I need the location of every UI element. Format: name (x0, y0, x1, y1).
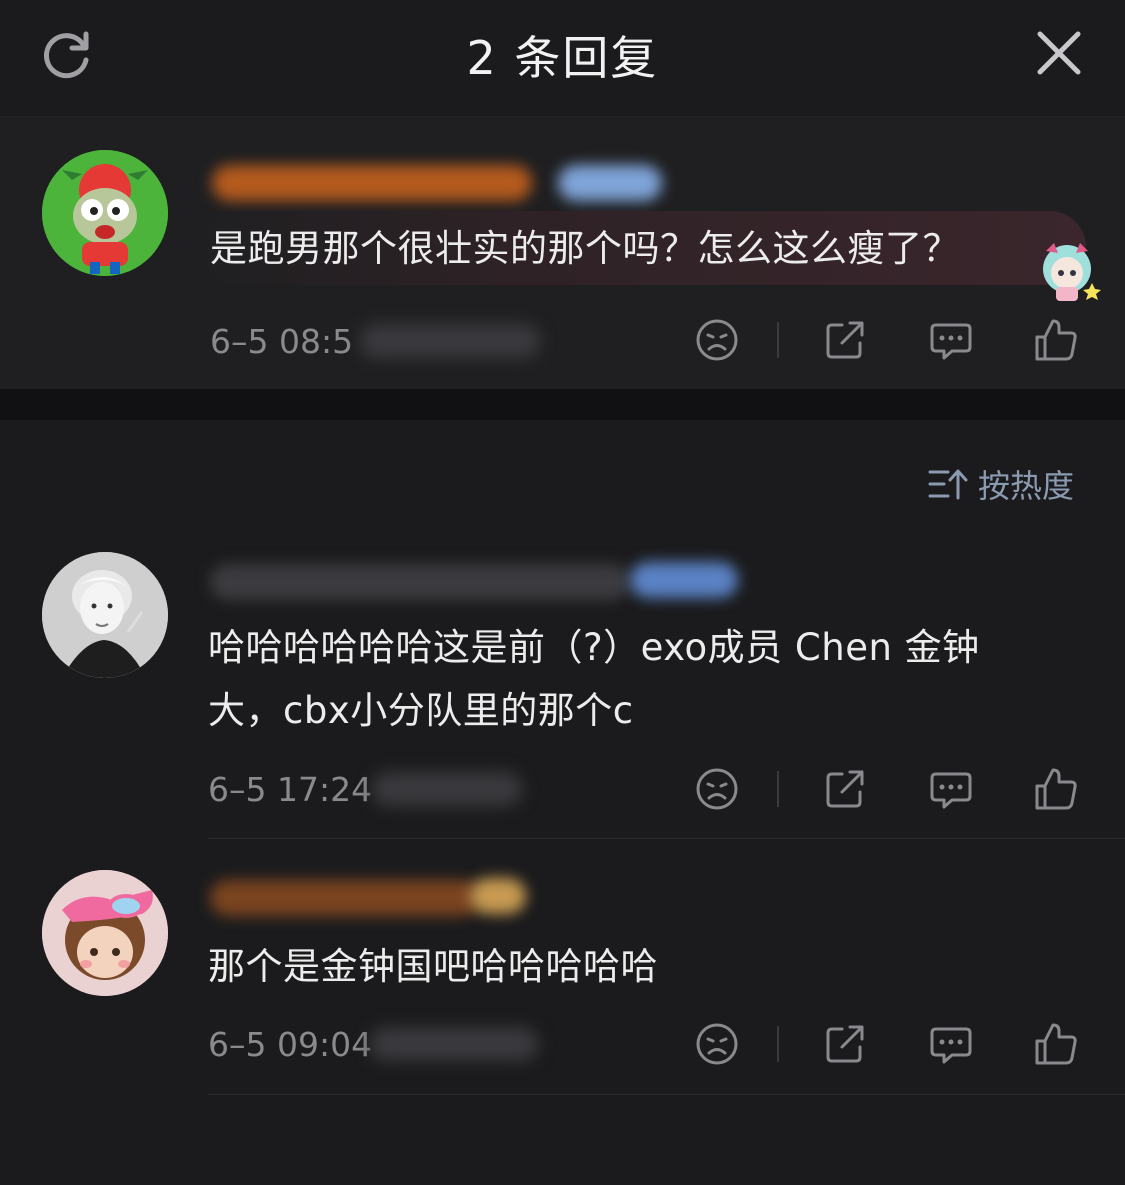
share-icon[interactable] (822, 317, 868, 363)
row-divider (208, 838, 1125, 839)
comment-icon[interactable] (928, 317, 974, 363)
like-icon[interactable] (1033, 317, 1079, 363)
action-divider (777, 771, 779, 807)
comment-icon[interactable] (928, 1021, 974, 1067)
avatar[interactable] (42, 552, 168, 678)
username-blurred[interactable] (212, 165, 532, 201)
location-blurred (360, 324, 540, 358)
location-blurred (370, 1027, 538, 1061)
sort-button[interactable]: 按热度 (928, 462, 1074, 506)
reply-time: 6–5 09:04 (208, 1025, 373, 1064)
username-blurred[interactable] (210, 880, 480, 916)
username-blurred[interactable] (210, 564, 630, 600)
sort-icon (928, 469, 968, 500)
reply-time: 6–5 17:24 (208, 770, 373, 809)
section-gap (0, 389, 1125, 420)
action-divider (777, 322, 779, 358)
comment-time: 6–5 08:5 (210, 322, 354, 361)
sticker-icon (1043, 243, 1101, 301)
badge-blurred (470, 878, 526, 914)
header: 2 条回复 (0, 0, 1125, 117)
action-divider (777, 1026, 779, 1062)
dislike-icon[interactable] (694, 1021, 740, 1067)
row-divider (208, 1094, 1125, 1095)
like-icon[interactable] (1033, 766, 1079, 812)
root-comment: 是跑男那个很壮实的那个吗？怎么这么瘦了？ 6–5 08:5 (0, 117, 1125, 389)
comment-text: 是跑男那个很壮实的那个吗？怎么这么瘦了？ (210, 227, 960, 270)
dislike-icon[interactable] (694, 317, 740, 363)
share-icon[interactable] (822, 1021, 868, 1067)
avatar[interactable] (42, 870, 168, 996)
reply-text-line1: 那个是金钟国吧哈哈哈哈哈 (208, 945, 658, 988)
location-blurred (372, 772, 522, 806)
reply-text-line1: 哈哈哈哈哈哈这是前（?）exo成员 Chen 金钟 (208, 626, 980, 669)
like-icon[interactable] (1033, 1021, 1079, 1067)
comment-icon[interactable] (928, 766, 974, 812)
sort-label: 按热度 (978, 467, 1075, 505)
avatar[interactable] (42, 150, 168, 276)
reply-text-line2: 大，cbx小分队里的那个c (208, 689, 634, 732)
page-title: 2 条回复 (466, 31, 659, 85)
share-icon[interactable] (822, 766, 868, 812)
badge-blurred (630, 562, 738, 598)
badge-blurred (558, 165, 662, 201)
close-icon[interactable] (1034, 28, 1084, 78)
dislike-icon[interactable] (694, 766, 740, 812)
